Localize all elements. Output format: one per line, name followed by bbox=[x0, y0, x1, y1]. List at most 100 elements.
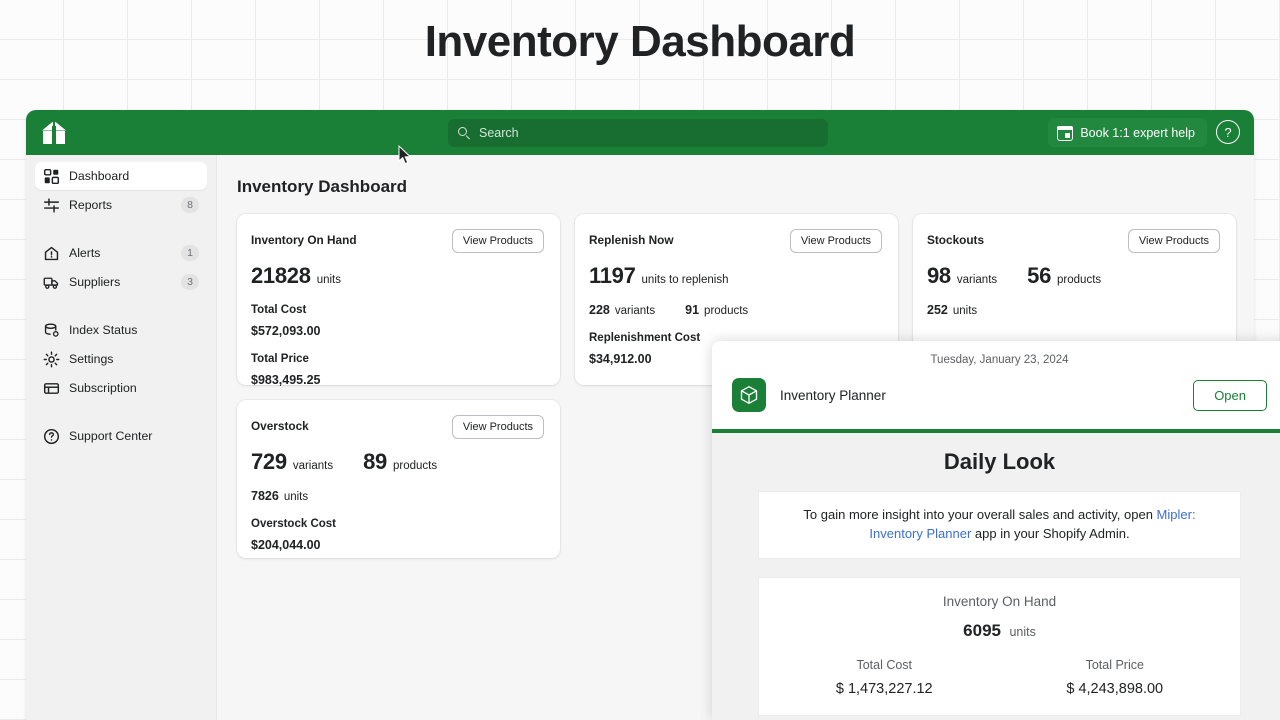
metric-unit: units to replenish bbox=[641, 274, 729, 286]
sidebar-item-suppliers[interactable]: Suppliers 3 bbox=[35, 268, 207, 296]
question-circle-icon[interactable]: ? bbox=[1216, 120, 1240, 144]
page-banner: Inventory Dashboard bbox=[0, 0, 1280, 84]
products-number: 89 bbox=[363, 449, 387, 474]
sidebar: Dashboard Reports 8 Alerts 1 Suppliers 3… bbox=[26, 155, 217, 720]
overstock-cost-value: $204,044.00 bbox=[251, 538, 321, 552]
overlay-body: Daily Look To gain more insight into you… bbox=[712, 433, 1280, 716]
gear-icon bbox=[43, 351, 60, 367]
overlay-note-suffix: app in your Shopify Admin. bbox=[971, 525, 1130, 541]
card-primary-metric: 21828 units bbox=[251, 263, 544, 289]
alert-home-icon bbox=[44, 246, 59, 260]
overlay-stats-title: Inventory On Hand bbox=[942, 593, 1057, 609]
variants-number: 228 bbox=[589, 303, 610, 317]
package-box-icon bbox=[732, 378, 766, 412]
units-number: 252 bbox=[927, 303, 948, 317]
card-title: Inventory On Hand bbox=[251, 233, 357, 247]
variants-number: 729 bbox=[251, 449, 287, 474]
search-placeholder: Search bbox=[479, 126, 519, 140]
card-primary-metric: 98 variants 56 products bbox=[927, 263, 1220, 289]
card-icon bbox=[43, 382, 60, 394]
page-root: Inventory Dashboard Search Book 1:1 expe… bbox=[0, 0, 1280, 720]
filters-icon bbox=[43, 197, 60, 213]
overlay-total-price-column: Total Price $ 4,243,898.00 bbox=[1000, 658, 1231, 697]
search-icon bbox=[458, 126, 471, 140]
banner-title: Inventory Dashboard bbox=[424, 17, 856, 66]
overlay-app-name: Inventory Planner bbox=[780, 387, 886, 403]
card-secondary-metrics: 7826 units bbox=[251, 489, 544, 503]
overlay-units-label: units bbox=[1009, 624, 1036, 639]
card-secondary-metrics: 252 units bbox=[927, 303, 1220, 317]
sidebar-divider-gap-3 bbox=[26, 403, 216, 421]
view-products-button[interactable]: View Products bbox=[789, 229, 882, 253]
book-expert-help-label: Book 1:1 expert help bbox=[1080, 125, 1195, 140]
sidebar-item-label: Reports bbox=[69, 198, 113, 212]
products-label: products bbox=[704, 305, 749, 317]
overlay-cost-price-columns: Total Cost $ 1,473,227.12 Total Price $ … bbox=[769, 658, 1230, 697]
overlay-note-prefix: To gain more insight into your overall s… bbox=[803, 507, 1157, 522]
products-label: products bbox=[1057, 274, 1102, 286]
card-title: Overstock bbox=[251, 419, 309, 433]
card-primary-metric: 1197 units to replenish bbox=[589, 263, 882, 289]
overlay-units-row: 6095 units bbox=[769, 621, 1230, 641]
variants-number: 98 bbox=[927, 263, 951, 288]
card-header: Replenish Now View Products bbox=[589, 229, 882, 253]
sidebar-divider-gap bbox=[26, 220, 216, 238]
overlay-header: Tuesday, January 23, 2024 Inventory Plan… bbox=[712, 341, 1280, 433]
sidebar-item-index-status[interactable]: Index Status bbox=[35, 316, 207, 344]
card-header: Stockouts View Products bbox=[927, 229, 1220, 253]
units-label: units bbox=[283, 491, 309, 503]
sidebar-item-support-center[interactable]: Support Center bbox=[35, 422, 207, 450]
card-title: Replenish Now bbox=[589, 233, 674, 247]
truck-icon bbox=[43, 277, 59, 289]
units-number: 7826 bbox=[251, 489, 279, 503]
products-number: 91 bbox=[685, 303, 700, 317]
sidebar-item-label: Dashboard bbox=[69, 169, 130, 183]
app-topbar: Search Book 1:1 expert help ? bbox=[26, 110, 1254, 155]
open-app-button[interactable]: Open bbox=[1193, 379, 1267, 411]
card-overstock: Overstock View Products 729 variants 89 … bbox=[237, 400, 560, 558]
variants-label: variants bbox=[956, 274, 998, 286]
daily-look-overlay: Tuesday, January 23, 2024 Inventory Plan… bbox=[712, 341, 1280, 720]
sidebar-item-alerts[interactable]: Alerts 1 bbox=[35, 239, 207, 267]
database-gear-icon bbox=[44, 323, 59, 337]
view-products-button[interactable]: View Products bbox=[1127, 229, 1220, 253]
metric-number: 21828 bbox=[251, 263, 311, 288]
open-box-logo-icon[interactable] bbox=[42, 121, 66, 144]
overlay-total-cost-column: Total Cost $ 1,473,227.12 bbox=[769, 658, 1000, 697]
overlay-total-cost-value: $ 1,473,227.12 bbox=[835, 680, 933, 697]
metric-number: 1197 bbox=[589, 263, 636, 288]
card-title: Stockouts bbox=[927, 233, 985, 247]
total-price-value: $983,495.25 bbox=[251, 373, 321, 387]
overlay-total-price-label: Total Price bbox=[1085, 657, 1144, 672]
help-glyph: ? bbox=[1224, 124, 1232, 140]
variants-label: variants bbox=[292, 460, 334, 472]
search-input[interactable]: Search bbox=[448, 119, 828, 147]
products-number: 56 bbox=[1027, 263, 1052, 288]
card-inventory-on-hand: Inventory On Hand View Products 21828 un… bbox=[237, 214, 560, 387]
total-cost-value: $572,093.00 bbox=[251, 324, 321, 338]
card-header: Inventory On Hand View Products bbox=[251, 229, 544, 253]
sidebar-divider-gap-2 bbox=[26, 297, 216, 315]
book-expert-help-button[interactable]: Book 1:1 expert help bbox=[1048, 118, 1207, 147]
question-circle-icon bbox=[43, 428, 60, 444]
sidebar-item-settings[interactable]: Settings bbox=[35, 345, 207, 373]
overlay-units-number: 6095 bbox=[963, 620, 1001, 640]
sidebar-item-reports[interactable]: Reports 8 bbox=[35, 191, 207, 219]
total-price-label: Total Price bbox=[251, 353, 309, 365]
products-label: products bbox=[392, 460, 438, 472]
sidebar-item-dashboard[interactable]: Dashboard bbox=[35, 162, 207, 190]
card-primary-metric: 729 variants 89 products bbox=[251, 449, 544, 475]
sidebar-badge: 8 bbox=[181, 197, 199, 213]
view-products-button[interactable]: View Products bbox=[451, 229, 544, 253]
overlay-stats-panel: Inventory On Hand 6095 units Total Cost … bbox=[758, 576, 1241, 716]
overstock-cost-label: Overstock Cost bbox=[251, 518, 337, 530]
card-header: Overstock View Products bbox=[251, 415, 544, 439]
overlay-note: To gain more insight into your overall s… bbox=[758, 491, 1241, 559]
sidebar-item-label: Support Center bbox=[69, 429, 153, 443]
variants-label: variants bbox=[614, 305, 656, 317]
overlay-app-row: Inventory Planner Open bbox=[732, 378, 1267, 412]
metric-unit: units bbox=[316, 274, 341, 286]
sidebar-item-label: Alerts bbox=[69, 246, 101, 260]
view-products-button[interactable]: View Products bbox=[451, 415, 544, 439]
sidebar-item-subscription[interactable]: Subscription bbox=[35, 374, 207, 402]
